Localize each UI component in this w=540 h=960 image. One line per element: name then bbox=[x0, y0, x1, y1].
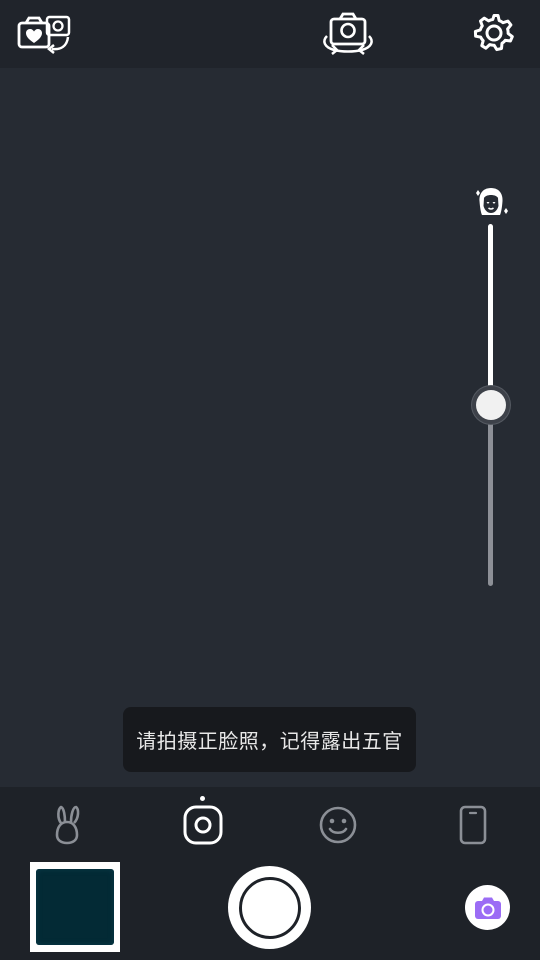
flip-camera-icon[interactable] bbox=[320, 10, 376, 56]
camera-lens-icon[interactable] bbox=[178, 800, 228, 850]
bunny-sticker-icon[interactable] bbox=[42, 800, 92, 850]
top-bar bbox=[0, 0, 540, 68]
face-beauty-icon bbox=[471, 184, 511, 220]
hint-toast: 请拍摄正脸照，记得露出五官 bbox=[123, 707, 416, 772]
gallery-thumbnail-image bbox=[36, 869, 114, 945]
shutter-button[interactable] bbox=[228, 866, 311, 949]
beauty-camera-switch-icon[interactable] bbox=[16, 12, 74, 56]
camera-screen: 请拍摄正脸照，记得露出五官 bbox=[0, 0, 540, 960]
settings-icon[interactable] bbox=[472, 12, 516, 56]
beauty-slider-thumb[interactable] bbox=[472, 386, 510, 424]
gallery-thumbnail[interactable] bbox=[30, 862, 120, 952]
purple-camera-icon[interactable] bbox=[465, 885, 510, 930]
beauty-slider-fill bbox=[488, 224, 493, 405]
smile-face-icon[interactable] bbox=[313, 800, 363, 850]
shutter-inner-ring bbox=[238, 876, 301, 939]
phone-frame-icon[interactable] bbox=[447, 800, 497, 850]
beauty-slider-thumb-face bbox=[476, 390, 506, 420]
